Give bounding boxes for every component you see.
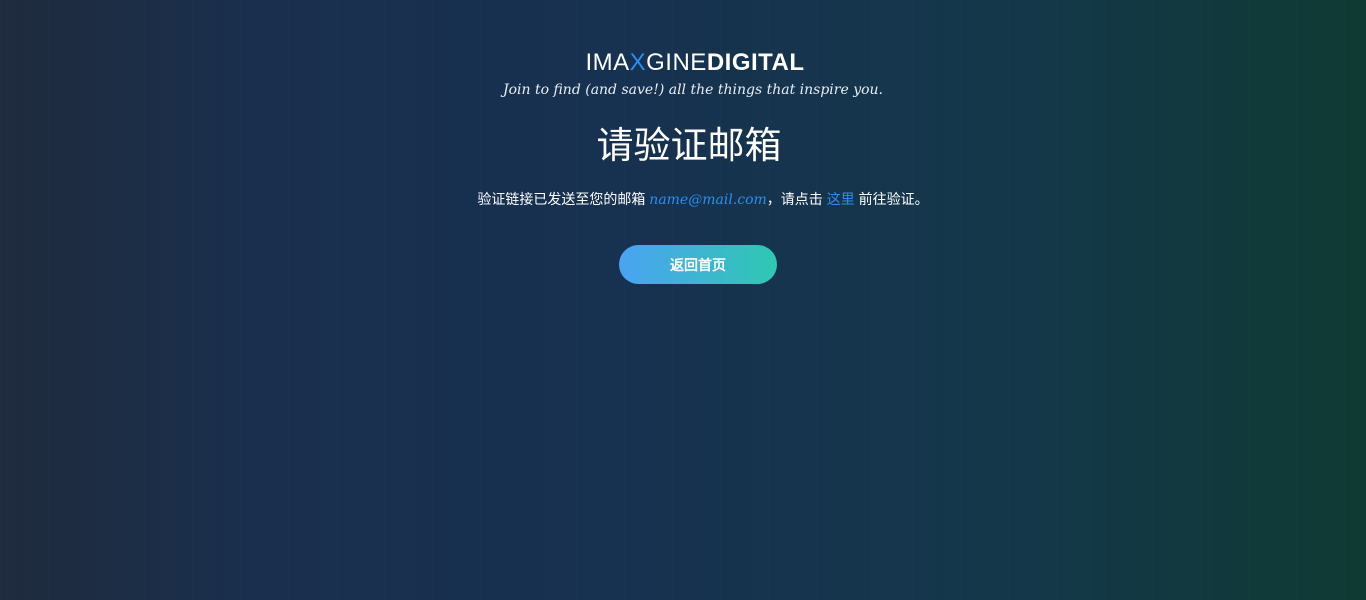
verification-message: 验证链接已发送至您的邮箱 name@mail.com，请点击 这里 前往验证。: [0, 190, 1366, 209]
brand-tagline: Join to find (and save!) all the things …: [502, 82, 884, 98]
logo-text-gine: GINE: [646, 49, 707, 76]
brand-logo: IMAXGINEDIGITAL: [0, 49, 1366, 77]
email-address: name@mail.com: [649, 192, 767, 208]
logo-text-ima: IMA: [585, 49, 630, 76]
verify-email-page: IMAXGINEDIGITAL Join to find (and save!)…: [0, 0, 1366, 600]
verify-link[interactable]: 这里: [827, 191, 855, 207]
page-title: 请验证邮箱: [596, 125, 782, 166]
message-suffix: 前往验证。: [858, 191, 929, 207]
back-to-home-button[interactable]: 返回首页: [619, 245, 777, 284]
logo-text-x: X: [629, 49, 647, 76]
message-middle: ，请点击: [766, 191, 823, 207]
logo-text-digital: DIGITAL: [706, 49, 805, 76]
message-prefix: 验证链接已发送至您的邮箱: [477, 191, 646, 207]
